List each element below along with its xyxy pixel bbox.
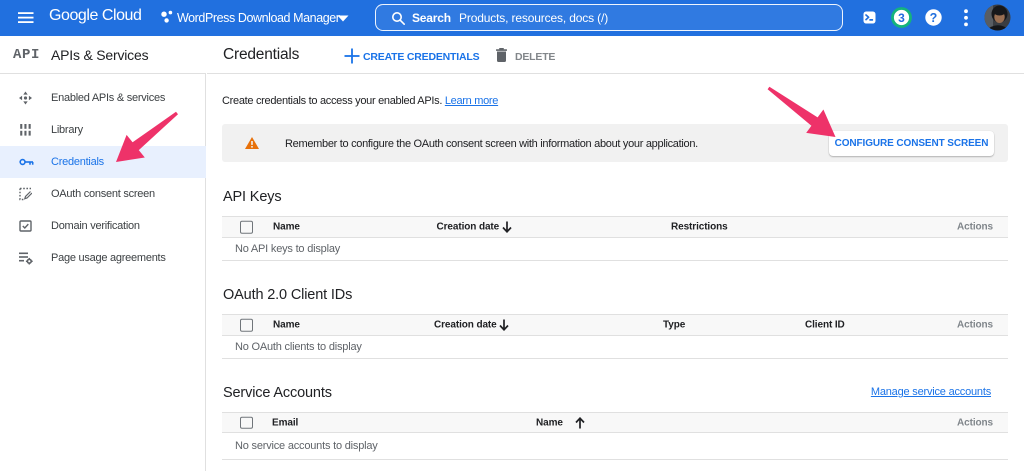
svg-text:?: ? [930,11,938,25]
svg-text:3: 3 [898,11,905,25]
